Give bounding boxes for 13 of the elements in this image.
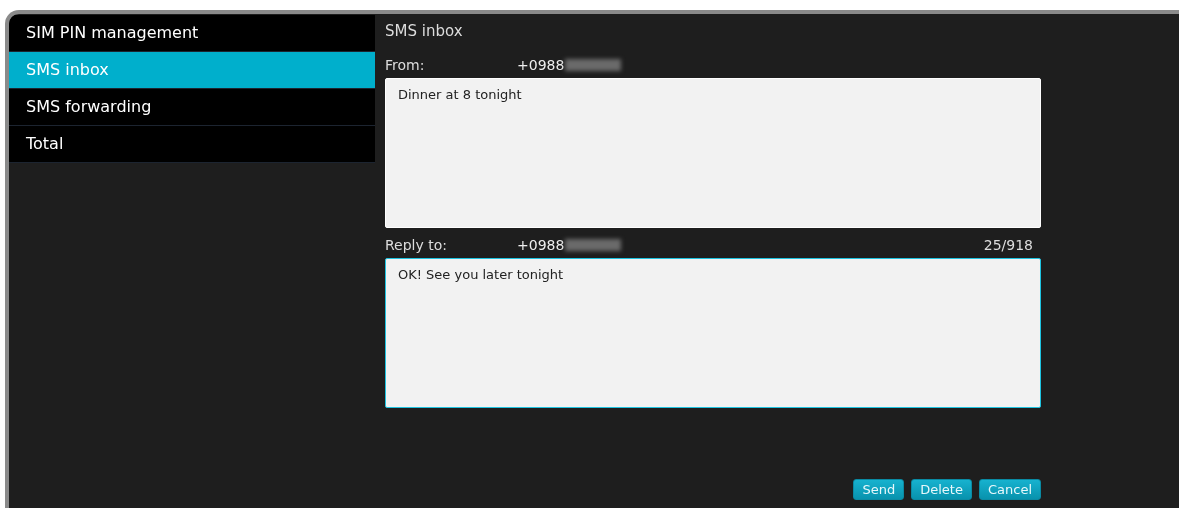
sidebar-item[interactable]: SIM PIN management: [9, 15, 375, 52]
redacted-number: [565, 239, 622, 251]
sidebar-item[interactable]: Total: [9, 126, 375, 163]
field-label: Reply to:: [385, 235, 448, 255]
redacted-number: [565, 59, 622, 71]
character-counter: 25/918: [983, 235, 1033, 255]
field-label: From:: [385, 55, 426, 75]
reply-field[interactable]: OK! See you later tonight: [385, 258, 1041, 408]
phone-number: +0988: [517, 55, 565, 75]
panel-title: SMS inbox: [385, 20, 464, 42]
phone-number: +0988: [517, 235, 565, 255]
message-field[interactable]: Dinner at 8 tonight: [385, 78, 1041, 228]
sidebar-item[interactable]: SMS forwarding: [9, 89, 375, 126]
